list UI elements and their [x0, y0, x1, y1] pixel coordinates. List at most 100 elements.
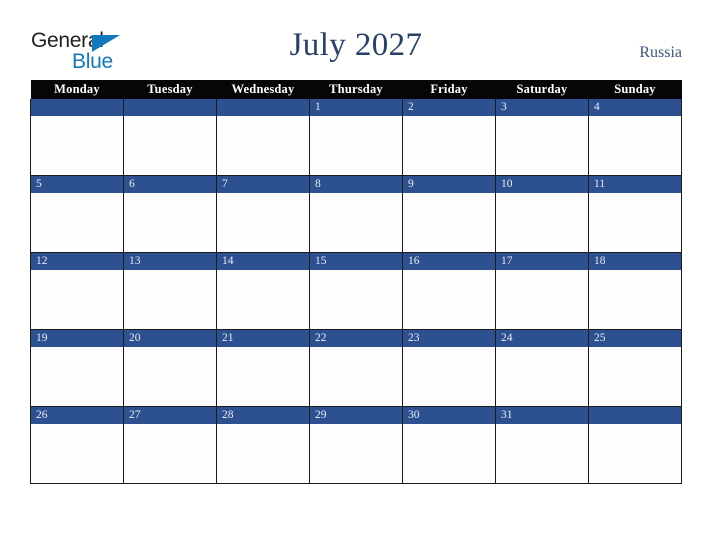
day-cell[interactable]: 2 [402, 99, 496, 176]
day-cell[interactable]: 24 [495, 329, 589, 407]
day-cell[interactable]: 10 [495, 175, 589, 253]
day-content-area[interactable] [124, 116, 216, 175]
day-content-area[interactable] [496, 270, 588, 329]
day-content-area[interactable] [217, 270, 309, 329]
day-content-area[interactable] [589, 193, 681, 252]
day-content-area[interactable] [403, 193, 495, 252]
day-number: 18 [589, 253, 681, 270]
day-cell[interactable]: 25 [588, 329, 682, 407]
day-cell[interactable]: 23 [402, 329, 496, 407]
day-cell[interactable]: 7 [216, 175, 310, 253]
day-content-area[interactable] [403, 424, 495, 483]
day-content-area[interactable] [31, 270, 123, 329]
day-cell[interactable]: 5 [30, 175, 124, 253]
day-number: 22 [310, 330, 402, 347]
day-number: 7 [217, 176, 309, 193]
day-number: 16 [403, 253, 495, 270]
day-cell[interactable]: 15 [309, 252, 403, 330]
day-content-area[interactable] [217, 347, 309, 406]
day-number: 15 [310, 253, 402, 270]
day-content-area[interactable] [589, 116, 681, 175]
day-cell[interactable]: 30 [402, 406, 496, 484]
day-content-area[interactable] [217, 193, 309, 252]
day-content-area[interactable] [589, 270, 681, 329]
day-number: 23 [403, 330, 495, 347]
day-cell[interactable]: 18 [588, 252, 682, 330]
day-cell[interactable]: 21 [216, 329, 310, 407]
day-cell[interactable] [216, 99, 310, 176]
day-number: 14 [217, 253, 309, 270]
day-content-area[interactable] [310, 347, 402, 406]
day-content-area[interactable] [496, 424, 588, 483]
day-content-area[interactable] [124, 193, 216, 252]
day-number: 29 [310, 407, 402, 424]
day-cell[interactable]: 19 [30, 329, 124, 407]
day-cell[interactable]: 28 [216, 406, 310, 484]
day-content-area[interactable] [31, 116, 123, 175]
day-content-area[interactable] [124, 424, 216, 483]
day-content-area[interactable] [31, 347, 123, 406]
day-content-area[interactable] [124, 270, 216, 329]
day-number: 17 [496, 253, 588, 270]
day-content-area[interactable] [496, 347, 588, 406]
day-number: 4 [589, 99, 681, 116]
day-number: 2 [403, 99, 495, 116]
weekday-header-thursday: Thursday [309, 80, 403, 99]
day-cell[interactable]: 9 [402, 175, 496, 253]
day-content-area[interactable] [31, 424, 123, 483]
day-content-area[interactable] [589, 424, 681, 483]
day-cell[interactable]: 27 [123, 406, 217, 484]
day-cell[interactable]: 14 [216, 252, 310, 330]
day-cell[interactable]: 6 [123, 175, 217, 253]
day-content-area[interactable] [310, 193, 402, 252]
calendar-week-row: 5 6 7 8 9 10 11 [30, 175, 682, 253]
day-content-area[interactable] [589, 347, 681, 406]
day-content-area[interactable] [496, 193, 588, 252]
day-cell[interactable]: 4 [588, 99, 682, 176]
day-cell[interactable] [30, 99, 124, 176]
day-cell[interactable]: 26 [30, 406, 124, 484]
day-number: 10 [496, 176, 588, 193]
day-content-area[interactable] [403, 347, 495, 406]
day-number: 31 [496, 407, 588, 424]
day-cell[interactable] [588, 406, 682, 484]
day-content-area[interactable] [496, 116, 588, 175]
day-cell[interactable]: 3 [495, 99, 589, 176]
day-number: 12 [31, 253, 123, 270]
day-content-area[interactable] [217, 424, 309, 483]
calendar-page: General Blue July 2027 Russia Monday Tue… [0, 0, 712, 550]
day-content-area[interactable] [403, 270, 495, 329]
day-content-area[interactable] [124, 347, 216, 406]
day-number [217, 99, 309, 116]
calendar-week-row: 12 13 14 15 16 17 18 [30, 252, 682, 330]
day-cell[interactable]: 16 [402, 252, 496, 330]
day-cell[interactable]: 17 [495, 252, 589, 330]
weekday-header-friday: Friday [402, 80, 496, 99]
day-number: 1 [310, 99, 402, 116]
calendar-week-row: 26 27 28 29 30 31 [30, 406, 682, 484]
day-cell[interactable]: 29 [309, 406, 403, 484]
day-number [124, 99, 216, 116]
day-cell[interactable]: 1 [309, 99, 403, 176]
day-cell[interactable]: 13 [123, 252, 217, 330]
day-content-area[interactable] [310, 270, 402, 329]
day-content-area[interactable] [310, 424, 402, 483]
day-number: 9 [403, 176, 495, 193]
day-cell[interactable]: 11 [588, 175, 682, 253]
day-cell[interactable]: 31 [495, 406, 589, 484]
weekday-header-sunday: Sunday [588, 80, 682, 99]
day-number: 28 [217, 407, 309, 424]
weekday-header-saturday: Saturday [495, 80, 589, 99]
day-cell[interactable]: 22 [309, 329, 403, 407]
day-content-area[interactable] [217, 116, 309, 175]
day-content-area[interactable] [403, 116, 495, 175]
day-cell[interactable]: 8 [309, 175, 403, 253]
day-number [31, 99, 123, 116]
day-cell[interactable]: 20 [123, 329, 217, 407]
page-header: General Blue July 2027 Russia [0, 0, 712, 78]
day-content-area[interactable] [31, 193, 123, 252]
day-cell[interactable]: 12 [30, 252, 124, 330]
day-cell[interactable] [123, 99, 217, 176]
day-content-area[interactable] [310, 116, 402, 175]
calendar-body: 1 2 3 4 5 6 7 8 9 10 11 12 13 14 15 16 1… [30, 99, 682, 484]
